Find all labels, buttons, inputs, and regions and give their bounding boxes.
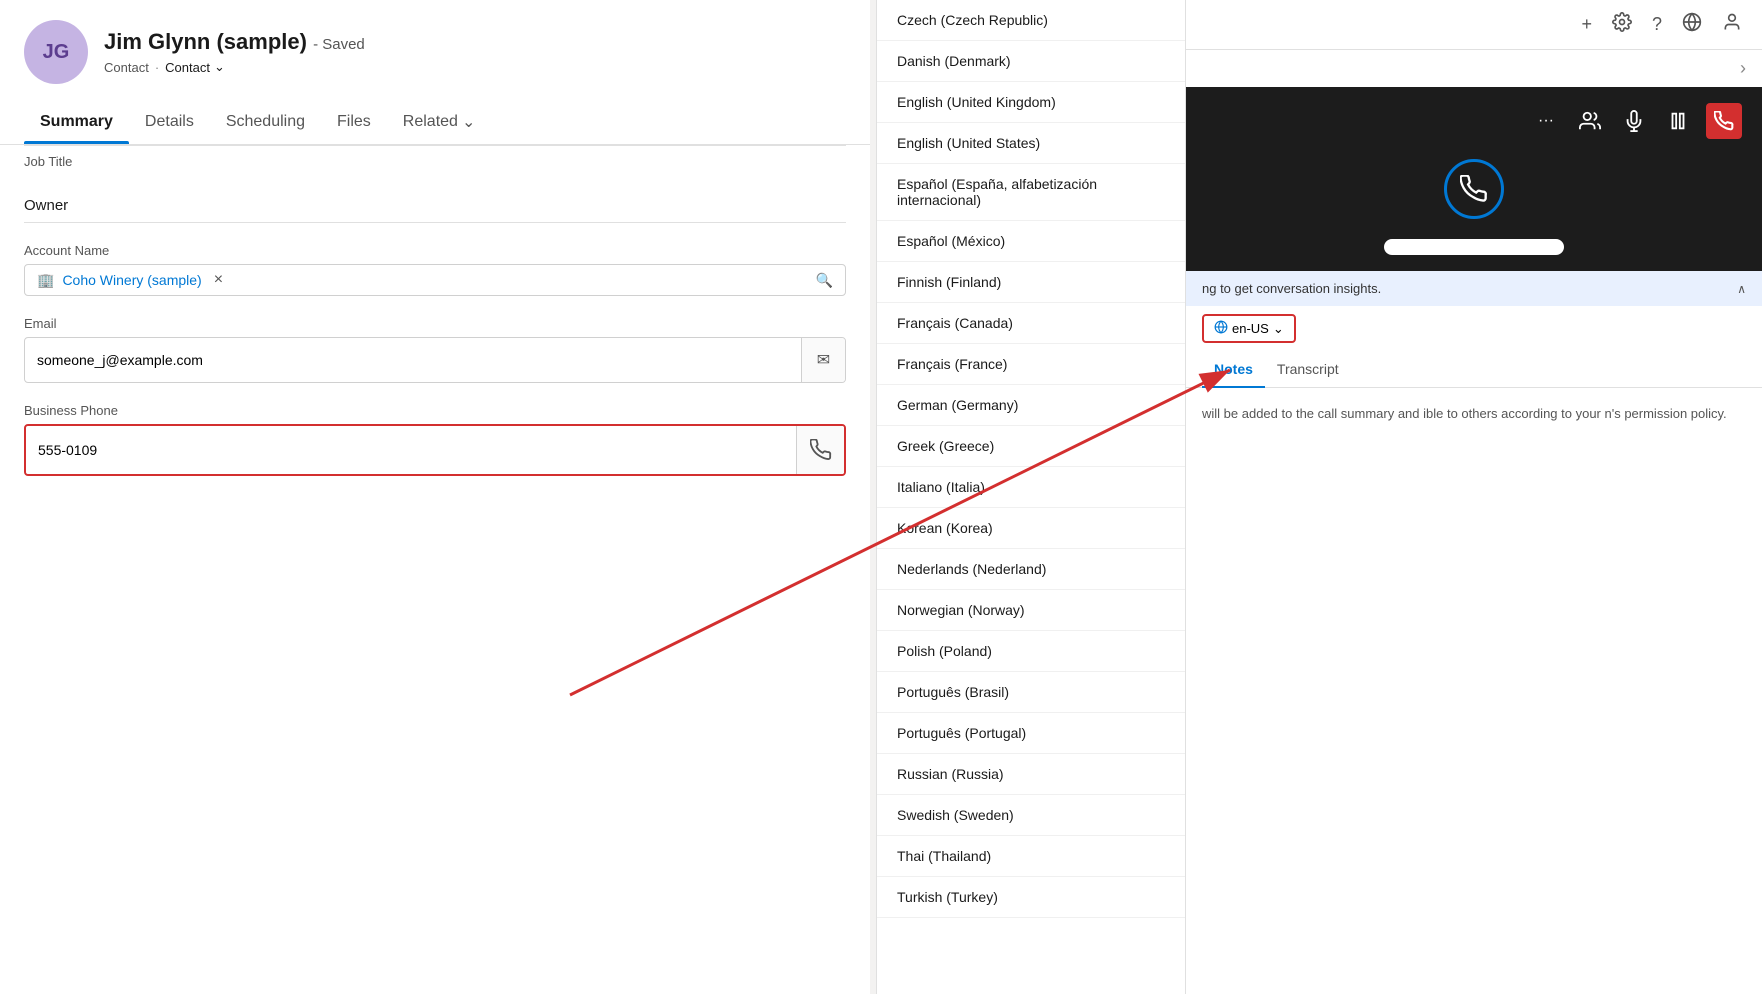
- account-name-field: 🏢 Coho Winery (sample) × 🔍: [24, 264, 846, 296]
- lang-selector-chevron-icon: ⌄: [1273, 321, 1284, 337]
- phone-input[interactable]: [26, 432, 796, 468]
- lang-english-us[interactable]: English (United States): [877, 123, 1185, 164]
- call-panel: ···: [1186, 87, 1762, 271]
- lang-turkish[interactable]: Turkish (Turkey): [877, 877, 1185, 918]
- related-chevron-icon: ⌄: [462, 112, 475, 132]
- email-group: Email ✉: [24, 316, 846, 383]
- contact-type-dropdown[interactable]: Contact ⌄: [165, 59, 225, 75]
- pause-icon[interactable]: [1662, 105, 1694, 137]
- lang-german[interactable]: German (Germany): [877, 385, 1185, 426]
- job-title-group: Job Title: [24, 145, 846, 169]
- account-close-icon[interactable]: ×: [214, 271, 223, 289]
- panel-expand-icon[interactable]: ›: [1740, 58, 1746, 79]
- building-icon: 🏢: [37, 272, 54, 289]
- collapsed-bar: ›: [1186, 50, 1762, 87]
- contact-type1: Contact: [104, 60, 149, 75]
- notes-tabs: Notes Transcript: [1186, 351, 1762, 388]
- lang-francais-fr[interactable]: Français (France): [877, 344, 1185, 385]
- lang-polish[interactable]: Polish (Poland): [877, 631, 1185, 672]
- people-icon[interactable]: [1574, 105, 1606, 137]
- active-call-circle[interactable]: [1444, 159, 1504, 219]
- notes-content: will be added to the call summary and ib…: [1186, 388, 1762, 440]
- phone-field-row: [24, 424, 846, 476]
- lang-espanol-es[interactable]: Español (España, alfabetización internac…: [877, 164, 1185, 221]
- call-controls-row: ···: [1206, 103, 1742, 139]
- end-call-icon[interactable]: [1706, 103, 1742, 139]
- tab-details[interactable]: Details: [129, 101, 210, 143]
- caller-name-pill: [1384, 239, 1564, 255]
- job-title-label: Job Title: [24, 154, 846, 169]
- tab-files[interactable]: Files: [321, 101, 387, 143]
- separator: ·: [155, 60, 159, 75]
- tab-scheduling[interactable]: Scheduling: [210, 101, 321, 143]
- account-name-link[interactable]: Coho Winery (sample): [62, 272, 201, 288]
- account-name-group: Account Name 🏢 Coho Winery (sample) × 🔍: [24, 243, 846, 296]
- lang-greek[interactable]: Greek (Greece): [877, 426, 1185, 467]
- info-bar-text: ng to get conversation insights.: [1202, 281, 1737, 296]
- lang-swedish[interactable]: Swedish (Sweden): [877, 795, 1185, 836]
- info-bar: ng to get conversation insights. ∧: [1186, 271, 1762, 306]
- lang-thai[interactable]: Thai (Thailand): [877, 836, 1185, 877]
- email-label: Email: [24, 316, 846, 331]
- lang-czech[interactable]: Czech (Czech Republic): [877, 0, 1185, 41]
- contact-info: Jim Glynn (sample) - Saved Contact · Con…: [104, 29, 365, 75]
- owner-group: Owner: [24, 189, 846, 223]
- business-phone-label: Business Phone: [24, 403, 846, 418]
- lang-norwegian[interactable]: Norwegian (Norway): [877, 590, 1185, 631]
- form-content: Job Title Owner Account Name 🏢 Coho Wine…: [0, 145, 870, 979]
- email-input[interactable]: [25, 342, 801, 378]
- lang-russian[interactable]: Russian (Russia): [877, 754, 1185, 795]
- plus-icon[interactable]: +: [1581, 14, 1592, 35]
- contact-meta: Contact · Contact ⌄: [104, 59, 365, 75]
- mic-icon[interactable]: [1618, 105, 1650, 137]
- dropdown-chevron-icon: ⌄: [214, 59, 225, 75]
- saved-badge: - Saved: [313, 36, 365, 53]
- lang-francais-ca[interactable]: Français (Canada): [877, 303, 1185, 344]
- more-options-icon[interactable]: ···: [1530, 105, 1562, 137]
- tab-summary[interactable]: Summary: [24, 101, 129, 143]
- owner-value: Owner: [24, 189, 846, 223]
- settings-icon[interactable]: [1612, 12, 1632, 37]
- tab-related[interactable]: Related ⌄: [387, 100, 492, 144]
- lang-portugues-br[interactable]: Português (Brasil): [877, 672, 1185, 713]
- lang-danish[interactable]: Danish (Denmark): [877, 41, 1185, 82]
- contact-type2: Contact: [165, 60, 210, 75]
- tabs-bar: Summary Details Scheduling Files Related…: [0, 100, 870, 145]
- account-name-label: Account Name: [24, 243, 846, 258]
- crm-panel: JG Jim Glynn (sample) - Saved Contact · …: [0, 0, 870, 994]
- avatar: JG: [24, 20, 88, 84]
- lang-finnish[interactable]: Finnish (Finland): [877, 262, 1185, 303]
- tab-transcript[interactable]: Transcript: [1265, 351, 1351, 387]
- globe-nav-icon[interactable]: [1682, 12, 1702, 37]
- lang-selector-label: en-US: [1232, 321, 1269, 336]
- email-field-row: ✉: [24, 337, 846, 383]
- question-icon[interactable]: ?: [1652, 14, 1662, 35]
- phone-call-icon-btn[interactable]: [796, 426, 844, 474]
- tab-notes[interactable]: Notes: [1202, 351, 1265, 387]
- lang-english-uk[interactable]: English (United Kingdom): [877, 82, 1185, 123]
- business-phone-group: Business Phone: [24, 403, 846, 476]
- lang-korean[interactable]: Korean (Korea): [877, 508, 1185, 549]
- lang-selector-row: en-US ⌄: [1186, 306, 1762, 351]
- person-nav-icon[interactable]: [1722, 12, 1742, 37]
- right-panel: + ? › ···: [1186, 0, 1762, 994]
- language-dropdown: Czech (Czech Republic) Danish (Denmark) …: [876, 0, 1186, 994]
- contact-name: Jim Glynn (sample) - Saved: [104, 29, 365, 55]
- lang-espanol-mx[interactable]: Español (México): [877, 221, 1185, 262]
- globe-lang-icon: [1214, 320, 1228, 337]
- email-icon-btn[interactable]: ✉: [801, 338, 845, 382]
- lang-italiano[interactable]: Italiano (Italia): [877, 467, 1185, 508]
- info-bar-chevron-icon[interactable]: ∧: [1737, 282, 1746, 296]
- top-icon-bar: + ?: [1186, 0, 1762, 50]
- account-search-icon[interactable]: 🔍: [816, 272, 833, 289]
- contact-header: JG Jim Glynn (sample) - Saved Contact · …: [0, 0, 870, 100]
- language-selector-btn[interactable]: en-US ⌄: [1202, 314, 1296, 343]
- lang-nederlands[interactable]: Nederlands (Nederland): [877, 549, 1185, 590]
- lang-portugues-pt[interactable]: Português (Portugal): [877, 713, 1185, 754]
